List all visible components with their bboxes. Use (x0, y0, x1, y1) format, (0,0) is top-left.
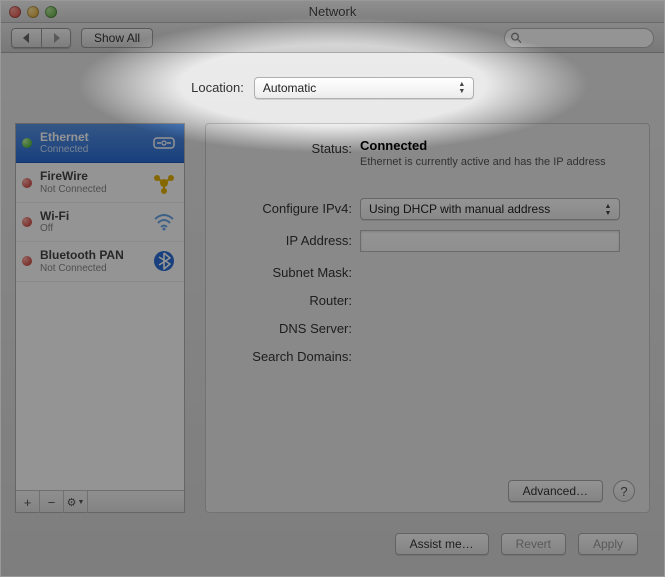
location-label: Location: (191, 80, 244, 95)
router-label: Router: (220, 290, 360, 308)
chevron-left-icon (23, 33, 31, 43)
firewire-icon (150, 171, 178, 195)
status-label: Status: (220, 138, 360, 156)
sidebar-item-firewire[interactable]: FireWire Not Connected (16, 163, 184, 202)
status-dot-icon (22, 256, 32, 266)
add-interface-button[interactable]: + (16, 491, 40, 513)
status-row: Status: Connected Ethernet is currently … (220, 138, 635, 168)
interface-status: Not Connected (40, 263, 142, 275)
ip-address-label: IP Address: (220, 230, 360, 248)
titlebar: Network (1, 1, 664, 23)
location-selected: Automatic (263, 81, 316, 95)
status-description: Ethernet is currently active and has the… (360, 156, 620, 168)
footer: Assist me… Revert Apply (1, 523, 664, 569)
status-dot-icon (22, 178, 32, 188)
configure-ipv4-dropdown[interactable]: Using DHCP with manual address ▲▼ (360, 198, 620, 220)
search-domains-row: Search Domains: (220, 346, 635, 364)
toolbar: Show All (1, 23, 664, 53)
configure-ipv4-value: Using DHCP with manual address (369, 202, 550, 216)
search-icon (511, 32, 522, 44)
interface-status: Connected (40, 144, 142, 156)
window-title: Network (1, 4, 664, 19)
bluetooth-icon (150, 249, 178, 273)
ethernet-icon (150, 131, 178, 155)
search-domains-label: Search Domains: (220, 346, 360, 364)
dns-server-label: DNS Server: (220, 318, 360, 336)
nav-segment (11, 28, 71, 48)
dns-server-row: DNS Server: (220, 318, 635, 336)
configure-ipv4-label: Configure IPv4: (220, 198, 360, 216)
router-row: Router: (220, 290, 635, 308)
interface-sidebar: Ethernet Connected FireWire Not Connecte… (15, 123, 185, 513)
subnet-mask-label: Subnet Mask: (220, 262, 360, 280)
search-field[interactable] (504, 28, 654, 48)
status-dot-icon (22, 138, 32, 148)
apply-button[interactable]: Apply (578, 533, 638, 555)
back-button[interactable] (11, 28, 41, 48)
advanced-button[interactable]: Advanced… (508, 480, 603, 502)
ip-address-row: IP Address: (220, 230, 635, 252)
wifi-icon (150, 210, 178, 234)
interface-name: FireWire (40, 169, 142, 183)
forward-button[interactable] (41, 28, 71, 48)
interface-name: Bluetooth PAN (40, 248, 142, 262)
status-value: Connected (360, 138, 635, 153)
detail-pane: Status: Connected Ethernet is currently … (205, 123, 650, 513)
interface-list: Ethernet Connected FireWire Not Connecte… (16, 124, 184, 490)
search-input[interactable] (526, 32, 647, 44)
network-preferences-window: Network Show All Location: Automatic ▲▼ (0, 0, 665, 577)
configure-ipv4-row: Configure IPv4: Using DHCP with manual a… (220, 198, 635, 220)
gear-menu-button[interactable]: ⚙▼ (64, 491, 88, 513)
chevron-updown-icon: ▲▼ (601, 202, 615, 217)
interface-status: Off (40, 223, 142, 235)
chevron-down-icon: ▼ (77, 499, 84, 506)
sidebar-item-ethernet[interactable]: Ethernet Connected (16, 124, 184, 163)
show-all-button[interactable]: Show All (81, 28, 153, 48)
location-row: Location: Automatic ▲▼ (1, 53, 664, 123)
body: Ethernet Connected FireWire Not Connecte… (1, 123, 664, 523)
sidebar-item-bluetooth-pan[interactable]: Bluetooth PAN Not Connected (16, 242, 184, 281)
sidebar-footer: + − ⚙▼ (16, 490, 184, 512)
revert-button[interactable]: Revert (501, 533, 566, 555)
ip-address-input[interactable] (360, 230, 620, 252)
sidebar-item-wifi[interactable]: Wi-Fi Off (16, 203, 184, 242)
chevron-right-icon (52, 33, 60, 43)
location-dropdown[interactable]: Automatic ▲▼ (254, 77, 474, 99)
assist-me-button[interactable]: Assist me… (395, 533, 489, 555)
remove-interface-button[interactable]: − (40, 491, 64, 513)
gear-icon: ⚙ (67, 496, 77, 509)
chevron-updown-icon: ▲▼ (455, 81, 469, 96)
subnet-mask-row: Subnet Mask: (220, 262, 635, 280)
interface-name: Wi-Fi (40, 209, 142, 223)
help-button[interactable]: ? (613, 480, 635, 502)
interface-name: Ethernet (40, 130, 142, 144)
interface-status: Not Connected (40, 184, 142, 196)
status-dot-icon (22, 217, 32, 227)
